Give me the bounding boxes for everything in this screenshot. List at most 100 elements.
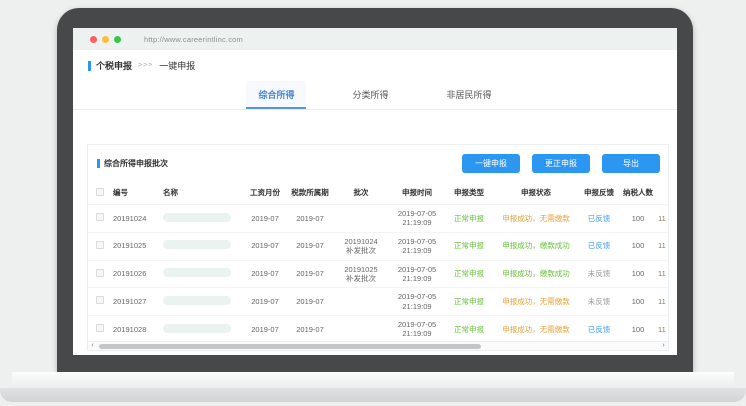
row-checkbox[interactable] [96, 324, 104, 332]
cell-name [162, 205, 244, 233]
name-placeholder [163, 324, 231, 333]
breadcrumb-current[interactable]: 一键申报 [159, 59, 195, 72]
cell-taxpayers: 100 [618, 316, 658, 344]
cell-taxpayers: 100 [618, 232, 658, 260]
cell-tax-period: 2019-07 [286, 205, 334, 233]
table-body: 20191024 2019-07 2019-07 2019-07-05 21:1… [88, 205, 668, 352]
cell-clipped: 11 [658, 260, 668, 288]
minimize-window-icon[interactable] [102, 36, 109, 43]
name-placeholder [163, 240, 231, 249]
header-feedback: 申报反馈 [580, 180, 618, 205]
scrollbar-thumb[interactable] [99, 344, 481, 350]
cell-feedback: 已反馈 [580, 232, 618, 260]
cell-status: 申报成功，缴款成功 [492, 260, 580, 288]
cell-declare-type: 正常申报 [446, 205, 492, 233]
cell-status: 申报成功，无需缴款 [492, 205, 580, 233]
table-row: 20191026 2019-07 2019-07 20191025 补发批次 2… [88, 260, 668, 288]
cell-declare-type: 正常申报 [446, 232, 492, 260]
horizontal-scrollbar[interactable]: ‹ › [88, 341, 668, 350]
table-row: 20191024 2019-07 2019-07 2019-07-05 21:1… [88, 205, 668, 233]
cell-batch-id: 20191028 [112, 316, 162, 344]
cell-name [162, 260, 244, 288]
cell-name [162, 288, 244, 316]
breadcrumb: 个税申报 >>> 一键申报 [73, 50, 677, 72]
laptop-screen: http://www.careerintlinc.com 个税申报 >>> 一键… [73, 28, 677, 355]
header-salary-month: 工资月份 [244, 180, 286, 205]
cell-declare-time: 2019-07-05 21:19:09 [388, 316, 446, 344]
batch-table: 编号 名称 工资月份 税款所属期 批次 申报时间 申报类型 申报状态 申报反馈 … [88, 180, 668, 351]
cell-status: 申报成功，无需缴款 [492, 316, 580, 344]
export-button[interactable]: 导出 [602, 154, 660, 173]
cell-status: 申报成功，无需缴款 [492, 288, 580, 316]
cell-batch [334, 316, 388, 344]
row-checkbox[interactable] [96, 241, 104, 249]
cell-feedback: 已反馈 [580, 316, 618, 344]
cell-declare-type: 正常申报 [446, 288, 492, 316]
name-placeholder [163, 268, 231, 277]
header-taxpayers: 纳税人数 [618, 180, 658, 205]
scroll-left-icon[interactable]: ‹ [88, 342, 97, 350]
cell-batch-id: 20191026 [112, 260, 162, 288]
header-id: 编号 [112, 180, 162, 205]
cell-clipped: 11 [658, 232, 668, 260]
select-all-checkbox[interactable] [96, 188, 104, 196]
cell-feedback: 已反馈 [580, 205, 618, 233]
cell-declare-type: 正常申报 [446, 260, 492, 288]
accent-bar-icon [97, 159, 100, 168]
cell-salary-month: 2019-07 [244, 205, 286, 233]
panel-title: 综合所得申报批次 [104, 158, 168, 169]
cell-salary-month: 2019-07 [244, 232, 286, 260]
row-checkbox[interactable] [96, 296, 104, 304]
cell-declare-time: 2019-07-05 21:19:09 [388, 288, 446, 316]
header-name: 名称 [162, 180, 244, 205]
cell-clipped: 11 [658, 288, 668, 316]
correct-declare-button[interactable]: 更正申报 [532, 154, 590, 173]
header-declare-type: 申报类型 [446, 180, 492, 205]
laptop-base-lip [0, 388, 746, 402]
cell-feedback: 未反馈 [580, 260, 618, 288]
name-placeholder [163, 213, 231, 222]
cell-tax-period: 2019-07 [286, 232, 334, 260]
cell-clipped: 11 [658, 316, 668, 344]
cell-taxpayers: 100 [618, 205, 658, 233]
header-status: 申报状态 [492, 180, 580, 205]
panel-title-wrap: 综合所得申报批次 [97, 158, 168, 169]
address-bar[interactable]: http://www.careerintlinc.com [144, 35, 243, 44]
cell-taxpayers: 100 [618, 260, 658, 288]
cell-declare-type: 正常申报 [446, 316, 492, 344]
cell-feedback: 未反馈 [580, 288, 618, 316]
cell-name [162, 316, 244, 344]
batch-panel: 综合所得申报批次 一键申报 更正申报 导出 [87, 144, 669, 351]
breadcrumb-section: 个税申报 [96, 59, 132, 72]
tab-nonresident-income[interactable]: 非居民所得 [435, 81, 504, 109]
table-row: 20191025 2019-07 2019-07 20191024 补发批次 2… [88, 232, 668, 260]
table-row: 20191027 2019-07 2019-07 2019-07-05 21:1… [88, 288, 668, 316]
breadcrumb-separator: >>> [138, 62, 153, 69]
page-content: 个税申报 >>> 一键申报 综合所得 分类所得 非居民所得 综合所得申报批次 [73, 50, 677, 355]
cell-batch-id: 20191024 [112, 205, 162, 233]
close-window-icon[interactable] [90, 36, 97, 43]
row-checkbox[interactable] [96, 269, 104, 277]
cell-tax-period: 2019-07 [286, 316, 334, 344]
panel-header: 综合所得申报批次 一键申报 更正申报 导出 [88, 145, 668, 180]
laptop-mockup: http://www.careerintlinc.com 个税申报 >>> 一键… [0, 0, 746, 406]
cell-declare-time: 2019-07-05 21:19:09 [388, 232, 446, 260]
header-declare-time: 申报时间 [388, 180, 446, 205]
scroll-right-icon[interactable]: › [659, 342, 668, 350]
maximize-window-icon[interactable] [114, 36, 121, 43]
header-tax-period: 税款所属期 [286, 180, 334, 205]
row-checkbox[interactable] [96, 213, 104, 221]
cell-status: 申报成功，缴款成功 [492, 232, 580, 260]
cell-clipped: 11 [658, 205, 668, 233]
header-clipped [658, 180, 668, 205]
tab-classified-income[interactable]: 分类所得 [340, 81, 400, 109]
cell-batch-id: 20191025 [112, 232, 162, 260]
scrollbar-track[interactable] [97, 342, 659, 350]
one-key-declare-button[interactable]: 一键申报 [462, 154, 520, 173]
cell-batch: 20191025 补发批次 [334, 260, 388, 288]
cell-taxpayers: 100 [618, 288, 658, 316]
browser-bar: http://www.careerintlinc.com [73, 28, 677, 50]
tab-bar: 综合所得 分类所得 非居民所得 [73, 81, 677, 110]
accent-bar-icon [88, 61, 91, 71]
tab-comprehensive-income[interactable]: 综合所得 [246, 81, 306, 109]
